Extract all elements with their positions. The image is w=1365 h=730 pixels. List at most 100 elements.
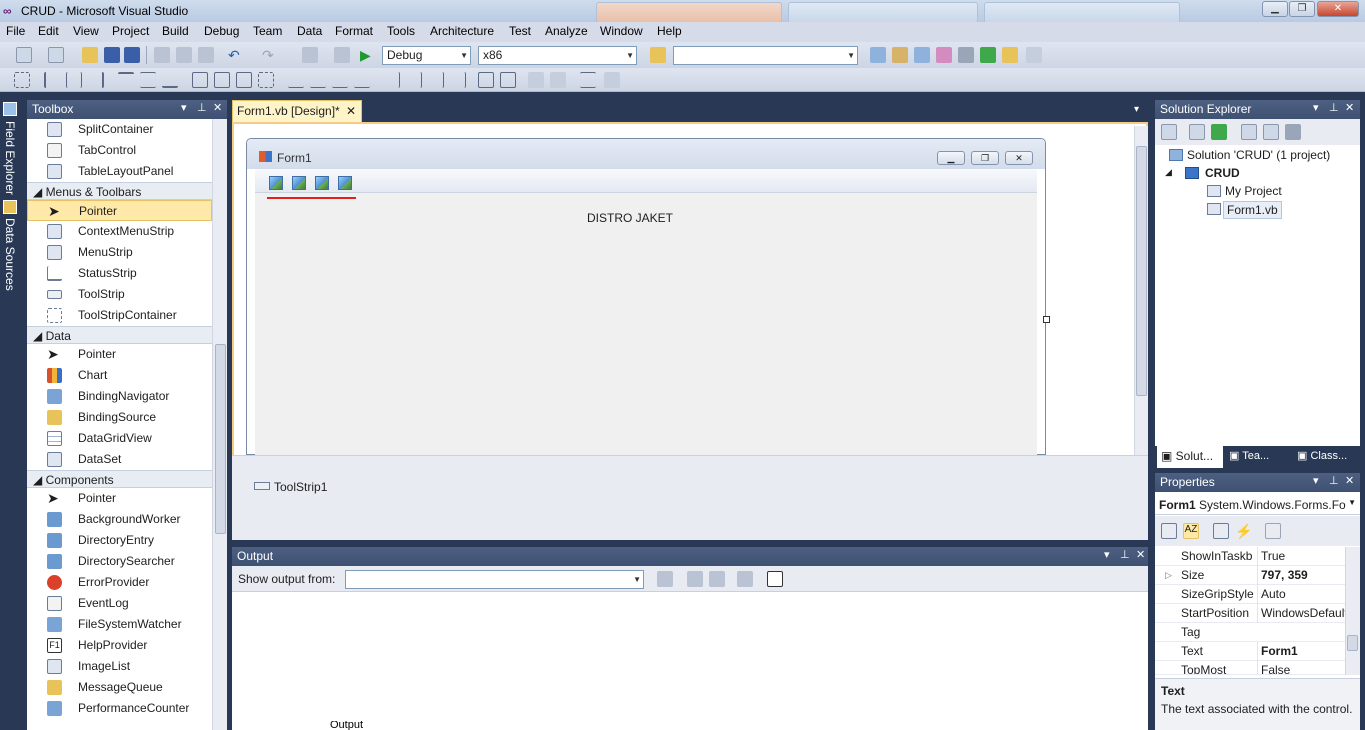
solution-node[interactable]: Solution 'CRUD' (1 project) — [1187, 148, 1330, 162]
toolbox-item-pointer[interactable]: ➤ Pointer — [27, 344, 212, 365]
project-node-crud[interactable]: CRUD — [1205, 166, 1240, 180]
decrease-vertical-spacing-icon[interactable] — [428, 72, 444, 88]
center-vertically-icon[interactable] — [500, 72, 516, 88]
solution-configuration-dropdown[interactable]: Debug ▼ — [382, 46, 471, 65]
previous-message-icon[interactable] — [687, 571, 703, 587]
menu-build[interactable]: Build — [162, 24, 189, 38]
remove-horizontal-spacing-icon[interactable] — [354, 72, 370, 88]
toolstrip-image-button[interactable] — [269, 176, 283, 190]
menu-analyze[interactable]: Analyze — [545, 24, 588, 38]
menu-format[interactable]: Format — [335, 24, 373, 38]
toolbox-item-dataset[interactable]: DataSet — [27, 449, 212, 470]
toolbox-icon[interactable] — [936, 47, 952, 63]
make-same-height-icon[interactable] — [214, 72, 230, 88]
toolbox-item-splitcontainer[interactable]: SplitContainer — [27, 119, 212, 140]
toolbox-item-toolstripcontainer[interactable]: ToolStripContainer — [27, 305, 212, 326]
properties-scrollbar[interactable] — [1345, 547, 1360, 675]
size-to-grid-icon[interactable] — [258, 72, 274, 88]
tab-form1-design[interactable]: Form1.vb [Design]* ✕ — [232, 100, 362, 122]
object-selector[interactable]: Form1 System.Windows.Forms.Fo ▼ — [1155, 494, 1360, 515]
toolbox-item-performancecounter[interactable]: PerformanceCounter — [27, 698, 212, 719]
properties-view-icon[interactable] — [1213, 523, 1229, 539]
toggle-word-wrap-icon[interactable] — [767, 571, 783, 587]
property-value[interactable]: False — [1257, 661, 1345, 674]
scrollbar-thumb[interactable] — [1136, 146, 1147, 396]
horizontal-spacing-icon[interactable] — [288, 72, 304, 88]
chevron-down-icon[interactable]: ▾ — [1104, 549, 1110, 562]
close-icon[interactable]: ✕ — [1345, 102, 1354, 115]
close-icon[interactable]: ✕ — [1345, 475, 1354, 488]
close-icon[interactable]: ✕ — [1136, 549, 1145, 562]
toolbox-item-eventlog[interactable]: EventLog — [27, 593, 212, 614]
increase-vertical-spacing-icon[interactable] — [406, 72, 422, 88]
find-combo[interactable]: ▼ — [673, 46, 858, 65]
tab-server-explorer[interactable]: Server Explorer — [33, 721, 109, 730]
pin-icon[interactable]: ⊥ — [1329, 475, 1339, 488]
save-icon[interactable] — [104, 47, 120, 63]
pin-icon[interactable]: ⊥ — [1329, 102, 1339, 115]
menu-edit[interactable]: Edit — [38, 24, 59, 38]
pin-icon[interactable]: ⊥ — [197, 102, 207, 115]
cut-icon[interactable] — [154, 47, 170, 63]
property-row[interactable]: Tag — [1155, 623, 1345, 642]
toolbox-item-statusstrip[interactable]: StatusStrip — [27, 263, 212, 284]
decrease-horizontal-spacing-icon[interactable] — [332, 72, 348, 88]
expand-icon[interactable]: ▷ — [1165, 566, 1172, 585]
toolbox-item-directoryentry[interactable]: DirectoryEntry — [27, 530, 212, 551]
form1-window[interactable]: Form1 ▁ ❐ ✕ DISTRO JAKET — [246, 138, 1050, 456]
toolbox-item-errorprovider[interactable]: ErrorProvider — [27, 572, 212, 593]
toolbox-item-chart[interactable]: Chart — [27, 365, 212, 386]
close-icon[interactable]: ✕ — [346, 104, 356, 118]
data-sources-tab[interactable]: Data Sources — [3, 218, 17, 291]
remove-vertical-spacing-icon[interactable] — [450, 72, 466, 88]
minimize-button[interactable]: ▁ — [1262, 1, 1288, 17]
add-item-icon[interactable] — [48, 47, 64, 63]
menu-team[interactable]: Team — [253, 24, 282, 38]
toolbox-item-imagelist[interactable]: ImageList — [27, 656, 212, 677]
chevron-down-icon[interactable]: ▾ — [181, 102, 187, 115]
toolstrip-image-button[interactable] — [315, 176, 329, 190]
form1-vb-node[interactable]: Form1.vb — [1223, 201, 1282, 219]
view-code-icon[interactable] — [1241, 124, 1257, 140]
property-row[interactable]: SizeGripStyle Auto — [1155, 585, 1345, 604]
toolbox-category-menus-toolbars[interactable]: ◢ Menus & Toolbars — [27, 182, 212, 200]
toolbox-item-tablelayoutpanel[interactable]: TableLayoutPanel — [27, 161, 212, 182]
chevron-down-icon[interactable]: ▾ — [1313, 475, 1319, 488]
menu-debug[interactable]: Debug — [204, 24, 239, 38]
make-same-size-icon[interactable] — [236, 72, 252, 88]
new-project-icon[interactable] — [16, 47, 32, 63]
make-same-width-icon[interactable] — [192, 72, 208, 88]
scrollbar-thumb[interactable] — [215, 344, 226, 534]
tab-error-list[interactable]: Error List — [256, 721, 301, 730]
toolbox-item-helpprovider[interactable]: F1 HelpProvider — [27, 635, 212, 656]
view-designer-icon[interactable] — [1263, 124, 1279, 140]
form-minimize-button[interactable]: ▁ — [937, 151, 965, 165]
categorized-icon[interactable] — [1161, 523, 1177, 539]
menu-file[interactable]: File — [6, 24, 25, 38]
tab-output[interactable]: Output — [310, 721, 374, 730]
toolbox-item-bindingsource[interactable]: BindingSource — [27, 407, 212, 428]
lock-controls-icon[interactable] — [604, 72, 620, 88]
property-value[interactable]: Auto — [1257, 585, 1345, 604]
property-row[interactable]: Text Form1 — [1155, 642, 1345, 661]
close-button[interactable]: ✕ — [1317, 1, 1359, 17]
find-message-icon[interactable] — [657, 571, 673, 587]
show-all-files-icon[interactable] — [1189, 124, 1205, 140]
toolbox-item-filesystemwatcher[interactable]: FileSystemWatcher — [27, 614, 212, 635]
menu-test[interactable]: Test — [509, 24, 531, 38]
property-value[interactable]: Form1 — [1257, 642, 1345, 661]
toolbox-item-bindingnavigator[interactable]: BindingNavigator — [27, 386, 212, 407]
property-value[interactable]: WindowsDefault — [1257, 604, 1345, 623]
other-windows-icon[interactable] — [1026, 47, 1042, 63]
toolstrip-image-button[interactable] — [338, 176, 352, 190]
redo-icon[interactable]: ↷ — [262, 47, 278, 63]
toolbox-scrollbar[interactable] — [212, 119, 227, 730]
copy-icon[interactable] — [176, 47, 192, 63]
menu-view[interactable]: View — [73, 24, 99, 38]
events-lightning-icon[interactable]: ⚡ — [1235, 523, 1252, 539]
navigate-forward-icon[interactable] — [334, 47, 350, 63]
menu-project[interactable]: Project — [112, 24, 149, 38]
designer-scrollbar[interactable] — [1134, 126, 1148, 456]
vertical-spacing-icon[interactable] — [384, 72, 400, 88]
pin-icon[interactable]: ⊥ — [1120, 549, 1130, 562]
